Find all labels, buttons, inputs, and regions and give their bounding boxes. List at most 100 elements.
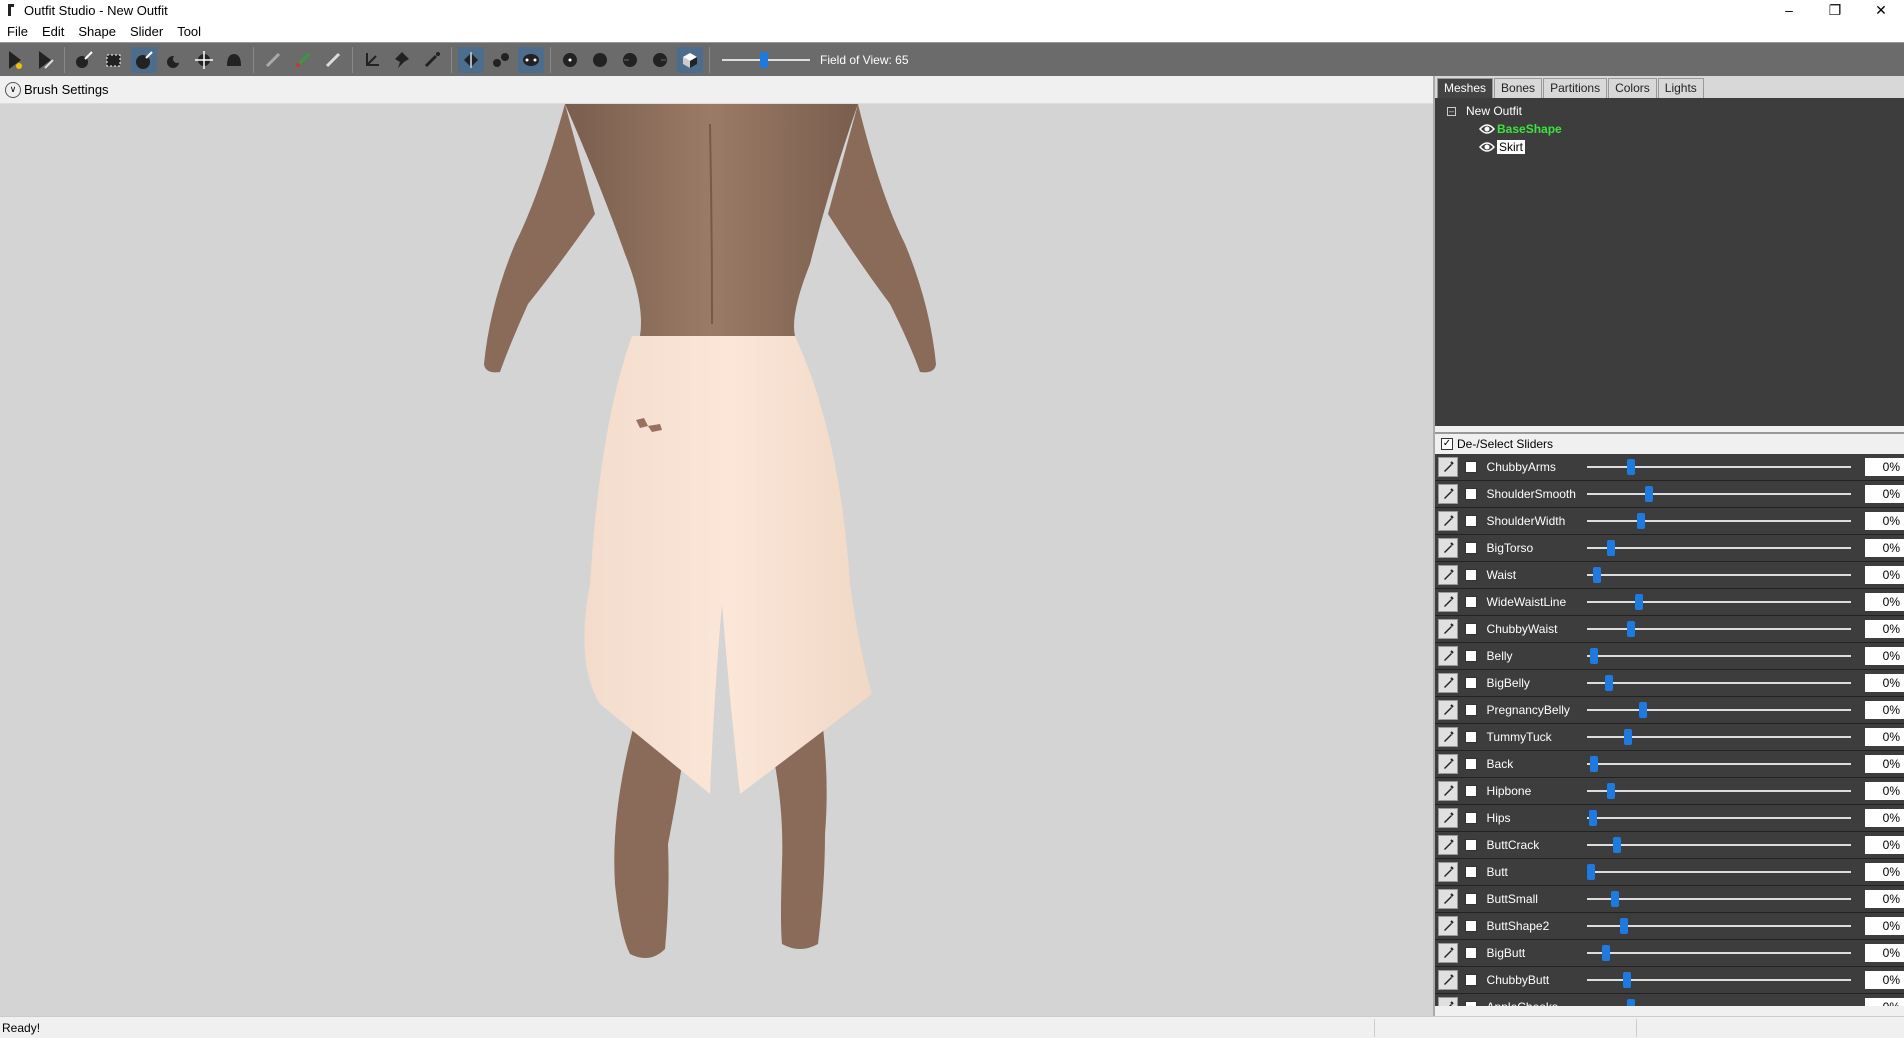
slider-row[interactable]: ✓ Belly 0%	[1435, 643, 1904, 670]
slider-row[interactable]: ✓ Back 0%	[1435, 751, 1904, 778]
fov-slider-thumb[interactable]	[760, 51, 768, 68]
new-slider-icon[interactable]	[2, 47, 28, 73]
3d-viewport[interactable]	[0, 104, 1433, 1016]
pencil-icon[interactable]	[1438, 565, 1458, 585]
slider-row[interactable]: ✓ PregnancyBelly 0%	[1435, 697, 1904, 724]
slider-checkbox[interactable]: ✓	[1464, 785, 1477, 797]
slider-thumb[interactable]	[1634, 594, 1643, 610]
slider-value[interactable]: 0%	[1864, 863, 1904, 881]
slider-row[interactable]: ✓ Hipbone 0%	[1435, 778, 1904, 805]
slider-track[interactable]	[1586, 729, 1851, 745]
restore-button[interactable]: ❐	[1812, 0, 1858, 20]
deflate-brush-icon[interactable]	[161, 47, 187, 73]
pencil-icon[interactable]	[1438, 943, 1458, 963]
slider-track[interactable]	[1586, 459, 1851, 475]
slider-thumb[interactable]	[1592, 567, 1601, 583]
minimize-button[interactable]: –	[1766, 0, 1812, 20]
chevron-down-icon[interactable]: ∨	[5, 81, 21, 98]
menu-tool[interactable]: Tool	[170, 24, 208, 39]
tree-item-skirt[interactable]: Skirt	[1435, 138, 1904, 156]
slider-track[interactable]	[1586, 972, 1851, 988]
pencil-icon[interactable]	[1438, 808, 1458, 828]
slider-thumb[interactable]	[1604, 675, 1613, 691]
slider-row[interactable]: ✓ Waist 0%	[1435, 562, 1904, 589]
slider-value[interactable]: 0%	[1864, 782, 1904, 800]
slider-thumb[interactable]	[1619, 918, 1628, 934]
slider-track[interactable]	[1586, 891, 1851, 907]
pencil-icon[interactable]	[1438, 997, 1458, 1006]
slider-value[interactable]: 0%	[1864, 674, 1904, 692]
slider-value[interactable]: 0%	[1864, 971, 1904, 989]
slider-checkbox[interactable]: ✓	[1464, 650, 1477, 662]
slider-row[interactable]: ✓ Hips 0%	[1435, 805, 1904, 832]
slider-thumb[interactable]	[1626, 459, 1635, 475]
slider-thumb[interactable]	[1626, 621, 1635, 637]
pencil-icon[interactable]	[1438, 781, 1458, 801]
slider-checkbox[interactable]: ✓	[1464, 839, 1477, 851]
menu-file[interactable]: File	[0, 24, 35, 39]
slider-value[interactable]: 0%	[1864, 620, 1904, 638]
slider-row[interactable]: ✓ ShoulderSmooth 0%	[1435, 481, 1904, 508]
slider-thumb[interactable]	[1589, 648, 1598, 664]
slider-row[interactable]: ✓ ButtShape2 0%	[1435, 913, 1904, 940]
slider-checkbox[interactable]: ✓	[1464, 758, 1477, 770]
pencil-icon[interactable]	[1438, 970, 1458, 990]
menu-shape[interactable]: Shape	[71, 24, 123, 39]
slider-thumb[interactable]	[1622, 972, 1631, 988]
eye-icon[interactable]	[1479, 141, 1495, 153]
slider-row[interactable]: ✓ ChubbyWaist 0%	[1435, 616, 1904, 643]
slider-checkbox[interactable]: ✓	[1464, 623, 1477, 635]
slider-value[interactable]: 0%	[1864, 755, 1904, 773]
slider-row[interactable]: ✓ TummyTuck 0%	[1435, 724, 1904, 751]
slider-checkbox[interactable]: ✓	[1464, 866, 1477, 878]
slider-track[interactable]	[1586, 567, 1851, 583]
tab-colors[interactable]: Colors	[1608, 78, 1657, 98]
slider-row[interactable]: ✓ ButtSmall 0%	[1435, 886, 1904, 913]
pencil-icon[interactable]	[1438, 457, 1458, 477]
x-mirror-icon[interactable]	[458, 46, 484, 73]
pencil-icon[interactable]	[1438, 754, 1458, 774]
menu-edit[interactable]: Edit	[35, 24, 71, 39]
slider-track[interactable]	[1586, 864, 1851, 880]
slider-checkbox[interactable]: ✓	[1464, 974, 1477, 986]
slider-value[interactable]: 0%	[1864, 728, 1904, 746]
perspective-toggle-icon[interactable]	[677, 46, 703, 73]
slider-row[interactable]: ✓ BigTorso 0%	[1435, 535, 1904, 562]
view-front-icon[interactable]	[557, 47, 583, 73]
slider-track[interactable]	[1586, 837, 1851, 853]
pencil-icon[interactable]	[1438, 700, 1458, 720]
smooth-brush-icon[interactable]	[221, 47, 247, 73]
eye-icon[interactable]	[1479, 123, 1495, 135]
color-brush-icon[interactable]	[290, 47, 316, 73]
slider-track[interactable]	[1586, 513, 1851, 529]
slider-track[interactable]	[1586, 486, 1851, 502]
slider-checkbox[interactable]: ✓	[1464, 704, 1477, 716]
view-back-icon[interactable]	[587, 47, 613, 73]
view-left-icon[interactable]	[617, 47, 643, 73]
pencil-icon[interactable]	[1438, 835, 1458, 855]
select-all-checkbox[interactable]: ✓	[1441, 438, 1453, 450]
slider-thumb[interactable]	[1588, 810, 1597, 826]
tree-root[interactable]: – New Outfit	[1435, 102, 1904, 120]
slider-checkbox[interactable]: ✓	[1464, 461, 1477, 473]
slider-value[interactable]: 0%	[1864, 809, 1904, 827]
brush-settings-header[interactable]: ∨ Brush Settings	[0, 76, 1433, 104]
slider-value[interactable]: 0%	[1864, 485, 1904, 503]
slider-checkbox[interactable]: ✓	[1464, 947, 1477, 959]
slider-checkbox[interactable]: ✓	[1464, 677, 1477, 689]
slider-row[interactable]: ✓ ChubbyButt 0%	[1435, 967, 1904, 994]
slider-track[interactable]	[1586, 621, 1851, 637]
menu-slider[interactable]: Slider	[123, 24, 170, 39]
weight-brush-icon[interactable]	[260, 47, 286, 73]
slider-thumb[interactable]	[1623, 729, 1632, 745]
slider-track[interactable]	[1586, 594, 1851, 610]
tab-meshes[interactable]: Meshes	[1437, 78, 1494, 98]
slider-row[interactable]: ✓ Butt 0%	[1435, 859, 1904, 886]
slider-thumb[interactable]	[1610, 891, 1619, 907]
slider-track[interactable]	[1586, 810, 1851, 826]
slider-thumb[interactable]	[1601, 945, 1610, 961]
slider-value[interactable]: 0%	[1864, 539, 1904, 557]
slider-thumb[interactable]	[1638, 702, 1647, 718]
slider-track[interactable]	[1586, 783, 1851, 799]
slider-value[interactable]: 0%	[1864, 647, 1904, 665]
